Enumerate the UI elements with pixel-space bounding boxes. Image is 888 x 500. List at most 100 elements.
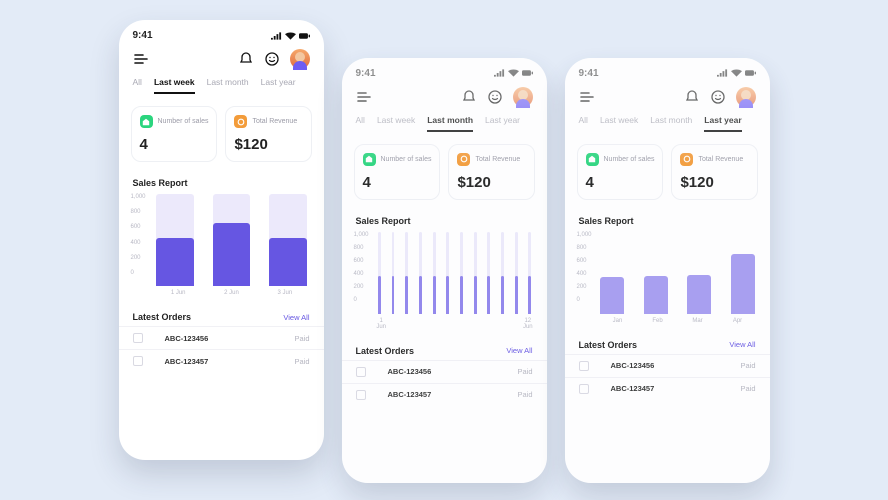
bar bbox=[470, 232, 480, 314]
checkbox[interactable] bbox=[133, 333, 143, 343]
latest-orders-title: Latest Orders bbox=[356, 346, 415, 356]
smile-icon[interactable] bbox=[264, 51, 280, 67]
tab-last-year[interactable]: Last year bbox=[261, 77, 296, 94]
avatar[interactable] bbox=[736, 87, 756, 107]
order-id: ABC-123457 bbox=[165, 357, 295, 366]
bell-icon[interactable] bbox=[461, 89, 477, 105]
revenue-icon bbox=[234, 115, 247, 128]
top-bar bbox=[565, 83, 770, 115]
bar bbox=[375, 232, 385, 314]
order-status: Paid bbox=[740, 361, 755, 370]
order-row[interactable]: ABC-123457 Paid bbox=[119, 349, 324, 372]
card-sales[interactable]: Number of sales 4 bbox=[577, 144, 664, 200]
bar bbox=[429, 232, 439, 314]
tab-last-week[interactable]: Last week bbox=[600, 115, 638, 132]
period-tabs: All Last week Last month Last year bbox=[565, 115, 770, 138]
menu-icon[interactable] bbox=[356, 89, 372, 105]
checkbox[interactable] bbox=[579, 384, 589, 394]
order-row[interactable]: ABC-123456 Paid bbox=[342, 360, 547, 383]
card-value: 4 bbox=[363, 174, 432, 191]
smile-icon[interactable] bbox=[487, 89, 503, 105]
bar bbox=[265, 194, 312, 286]
smile-icon[interactable] bbox=[710, 89, 726, 105]
bar bbox=[208, 194, 255, 286]
card-label: Number of sales bbox=[381, 156, 432, 163]
tab-last-year[interactable]: Last year bbox=[704, 115, 741, 132]
card-sales[interactable]: Number of sales 4 bbox=[354, 144, 441, 200]
tab-last-month[interactable]: Last month bbox=[207, 77, 249, 94]
sales-chart: 1,000 800 600 400 200 0 1 Jun 2 Jun 3 Ju… bbox=[119, 192, 324, 304]
view-all-link[interactable]: View All bbox=[729, 340, 755, 349]
y-axis: 1,000 800 600 400 200 0 bbox=[354, 232, 369, 314]
avatar[interactable] bbox=[513, 87, 533, 107]
checkbox[interactable] bbox=[579, 361, 589, 371]
sales-chart: 1,000 800 600 400 200 0 Jan Feb Mar Apr bbox=[565, 230, 770, 332]
status-icons bbox=[271, 32, 310, 40]
tab-last-month[interactable]: Last month bbox=[427, 115, 473, 132]
checkbox[interactable] bbox=[133, 356, 143, 366]
screen-last-year: 9:41 All Last week Last month Last year … bbox=[565, 58, 770, 483]
order-row[interactable]: ABC-123456 Paid bbox=[565, 354, 770, 377]
view-all-link[interactable]: View All bbox=[283, 313, 309, 322]
menu-icon[interactable] bbox=[133, 51, 149, 67]
x-axis: 1 Jun 12 Jun bbox=[375, 318, 535, 330]
top-bar bbox=[342, 83, 547, 115]
order-row[interactable]: ABC-123456 Paid bbox=[119, 326, 324, 349]
y-axis: 1,000 800 600 400 200 0 bbox=[577, 232, 592, 314]
order-status: Paid bbox=[517, 390, 532, 399]
bar bbox=[402, 232, 412, 314]
order-status: Paid bbox=[740, 384, 755, 393]
order-row[interactable]: ABC-123457 Paid bbox=[342, 383, 547, 406]
revenue-icon bbox=[457, 153, 470, 166]
bar bbox=[484, 232, 494, 314]
bell-icon[interactable] bbox=[238, 51, 254, 67]
sales-report-title: Sales Report bbox=[565, 210, 770, 230]
card-value: $120 bbox=[234, 136, 302, 153]
tab-all[interactable]: All bbox=[579, 115, 588, 132]
wifi-icon bbox=[508, 69, 519, 77]
kpi-cards: Number of sales 4 Total Revenue $120 bbox=[119, 100, 324, 172]
card-label: Total Revenue bbox=[475, 156, 520, 163]
kpi-cards: Number of sales 4 Total Revenue $120 bbox=[342, 138, 547, 210]
order-status: Paid bbox=[294, 357, 309, 366]
battery-icon bbox=[745, 69, 756, 77]
card-revenue[interactable]: Total Revenue $120 bbox=[225, 106, 311, 162]
signal-icon bbox=[271, 32, 282, 40]
tab-last-week[interactable]: Last week bbox=[377, 115, 415, 132]
card-value: 4 bbox=[586, 174, 655, 191]
card-sales[interactable]: Number of sales 4 bbox=[131, 106, 218, 162]
status-bar: 9:41 bbox=[342, 58, 547, 83]
order-status: Paid bbox=[294, 334, 309, 343]
tag-icon bbox=[363, 153, 376, 166]
checkbox[interactable] bbox=[356, 390, 366, 400]
bar bbox=[728, 232, 758, 314]
bar bbox=[416, 232, 426, 314]
bar bbox=[457, 232, 467, 314]
signal-icon bbox=[717, 69, 728, 77]
latest-orders-header: Latest Orders View All bbox=[565, 332, 770, 354]
tab-all[interactable]: All bbox=[133, 77, 142, 94]
tab-last-week[interactable]: Last week bbox=[154, 77, 195, 94]
status-bar: 9:41 bbox=[565, 58, 770, 83]
revenue-icon bbox=[680, 153, 693, 166]
tab-last-year[interactable]: Last year bbox=[485, 115, 520, 132]
tab-last-month[interactable]: Last month bbox=[650, 115, 692, 132]
view-all-link[interactable]: View All bbox=[506, 346, 532, 355]
card-revenue[interactable]: Total Revenue $120 bbox=[448, 144, 534, 200]
order-id: ABC-123456 bbox=[165, 334, 295, 343]
x-axis: 1 Jun 2 Jun 3 Jun bbox=[152, 290, 312, 296]
menu-icon[interactable] bbox=[579, 89, 595, 105]
signal-icon bbox=[494, 69, 505, 77]
bar bbox=[685, 232, 715, 314]
avatar[interactable] bbox=[290, 49, 310, 69]
bar bbox=[152, 194, 199, 286]
order-id: ABC-123456 bbox=[388, 367, 518, 376]
bell-icon[interactable] bbox=[684, 89, 700, 105]
tag-icon bbox=[586, 153, 599, 166]
latest-orders-header: Latest Orders View All bbox=[119, 304, 324, 326]
latest-orders-title: Latest Orders bbox=[133, 312, 192, 322]
tab-all[interactable]: All bbox=[356, 115, 365, 132]
checkbox[interactable] bbox=[356, 367, 366, 377]
card-revenue[interactable]: Total Revenue $120 bbox=[671, 144, 757, 200]
order-row[interactable]: ABC-123457 Paid bbox=[565, 377, 770, 400]
